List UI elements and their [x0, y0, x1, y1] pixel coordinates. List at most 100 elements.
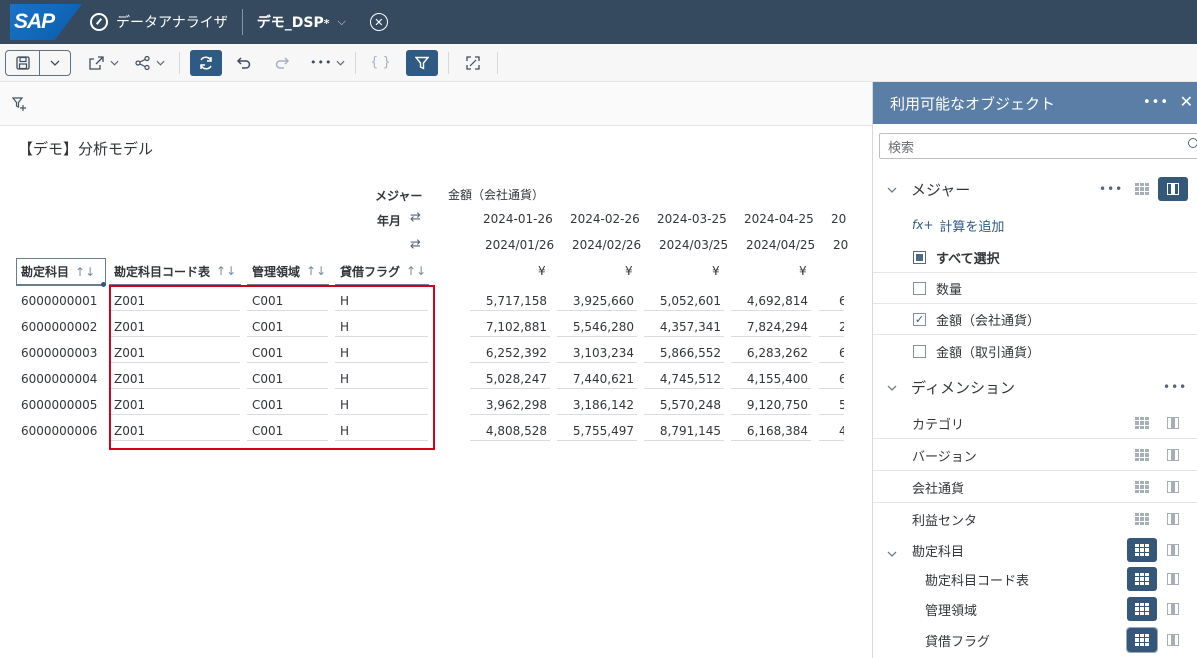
search-input[interactable]: 検索 — [879, 133, 1197, 159]
fullscreen-button[interactable] — [459, 50, 487, 76]
amount-cell[interactable]: 3,186,142 — [557, 395, 637, 415]
date-header-formatted[interactable]: 2024/02/26 — [572, 238, 641, 252]
columns-layout-icon[interactable] — [1158, 567, 1188, 591]
dimensions-more-icon[interactable]: ••• — [1163, 380, 1187, 394]
undo-button[interactable] — [230, 50, 258, 76]
amount-cell[interactable]: 6,283,262 — [731, 343, 811, 363]
amount-cell[interactable]: 3,925,660 — [557, 291, 637, 311]
close-document-icon[interactable]: ✕ — [369, 13, 388, 31]
amount-cell[interactable]: 5,546,280 — [557, 317, 637, 337]
measure-name[interactable]: 金額（会社通貨） — [448, 186, 544, 203]
amount-cell-clipped[interactable]: 2 — [819, 317, 844, 337]
measure-item-amount-transaction[interactable]: 金額（取引通貨） — [873, 336, 1197, 366]
dimension-item[interactable]: 会社通貨 — [873, 472, 1197, 503]
amount-cell[interactable]: 7,824,294 — [731, 317, 811, 337]
rows-layout-icon[interactable] — [1127, 567, 1157, 591]
sap-logo[interactable]: SAP — [10, 4, 82, 40]
amount-cell[interactable]: 9,120,750 — [731, 395, 811, 415]
columns-layout-icon[interactable] — [1158, 475, 1188, 499]
columns-layout-icon[interactable] — [1158, 628, 1188, 652]
dimension-item[interactable]: バージョン — [873, 440, 1197, 471]
collapse-chevron-icon[interactable] — [887, 381, 911, 394]
dimensions-section-header[interactable]: ディメンション — [873, 371, 1197, 403]
panel-more-icon[interactable]: ••• — [1143, 95, 1169, 110]
rows-layout-icon[interactable] — [1127, 597, 1157, 621]
amount-cell[interactable]: 5,570,248 — [644, 395, 724, 415]
dim-header-debit-credit-flag[interactable]: 貸借フラグ ↑↓ — [335, 258, 429, 286]
rows-layout-icon[interactable] — [1127, 411, 1157, 435]
date-header[interactable]: 2024-04-25 — [744, 212, 814, 226]
expand-chevron-icon[interactable] — [887, 546, 897, 561]
date-header-formatted[interactable]: 20 — [833, 238, 848, 252]
sort-icon[interactable]: ↑↓ — [75, 265, 95, 279]
rows-layout-icon[interactable] — [1127, 177, 1157, 201]
amount-cell-clipped[interactable]: 6 — [819, 291, 844, 311]
account-cell[interactable]: 6000000006 — [16, 421, 102, 441]
amount-cell[interactable]: 3,103,234 — [557, 343, 637, 363]
add-filter-icon[interactable] — [11, 96, 28, 116]
amount-cell[interactable]: 4,692,814 — [731, 291, 811, 311]
date-header-formatted[interactable]: 2024/01/26 — [485, 238, 554, 252]
columns-layout-icon[interactable] — [1158, 507, 1188, 531]
collapse-chevron-icon[interactable] — [887, 183, 911, 196]
redo-button[interactable] — [268, 50, 296, 76]
sort-icon[interactable]: ↑↓ — [406, 264, 426, 278]
date-header[interactable]: 2024-01-26 — [483, 212, 553, 226]
date-header[interactable]: 2024-03-25 — [657, 212, 727, 226]
rows-layout-icon[interactable] — [1126, 627, 1158, 653]
date-header[interactable]: 2024-02-26 — [570, 212, 640, 226]
dim-header-controlling-area[interactable]: 管理領域 ↑↓ — [247, 258, 329, 286]
account-cell[interactable]: 6000000004 — [16, 369, 102, 389]
rows-layout-icon[interactable] — [1127, 507, 1157, 531]
amount-cell-clipped[interactable]: 6 — [819, 343, 844, 363]
document-menu-chevron-icon[interactable]: ⌵ — [337, 15, 345, 29]
rows-layout-icon[interactable] — [1127, 443, 1157, 467]
amount-cell-clipped[interactable]: 5 — [819, 395, 844, 415]
save-icon[interactable] — [6, 50, 40, 75]
add-calculation-link[interactable]: fx+ 計算を追加 — [873, 215, 1197, 235]
dimension-item[interactable]: 勘定科目 — [873, 536, 1197, 565]
rows-layout-icon[interactable] — [1127, 538, 1157, 562]
amount-cell-clipped[interactable]: 6 — [819, 369, 844, 389]
dimension-item[interactable]: 利益センタ — [873, 504, 1197, 535]
date-header-formatted[interactable]: 2024/03/25 — [659, 238, 728, 252]
dim-header-account[interactable]: 勘定科目 ↑↓ — [16, 258, 106, 286]
sort-icon[interactable]: ↑↓ — [306, 264, 326, 278]
export-button[interactable] — [89, 50, 119, 76]
select-all-checkbox[interactable]: すべて選択 — [873, 243, 1197, 273]
amount-cell[interactable]: 4,745,512 — [644, 369, 724, 389]
amount-cell[interactable]: 4,808,528 — [470, 421, 550, 441]
sub-dimension-item[interactable]: 勘定科目コード表 — [873, 565, 1197, 594]
rows-layout-icon[interactable] — [1127, 475, 1157, 499]
sort-icon[interactable]: ↑↓ — [216, 264, 236, 278]
date-header-formatted[interactable]: 2024/04/25 — [746, 238, 815, 252]
refresh-button[interactable] — [190, 49, 222, 76]
account-cell[interactable]: 6000000003 — [16, 343, 102, 363]
amount-cell[interactable]: 6,252,392 — [470, 343, 550, 363]
columns-layout-icon[interactable] — [1158, 177, 1188, 201]
date-header[interactable]: 20 — [831, 212, 846, 226]
account-cell[interactable]: 6000000001 — [16, 291, 102, 311]
swap-axis-icon[interactable]: ⇄ — [410, 237, 421, 252]
columns-layout-icon[interactable] — [1158, 597, 1188, 621]
sub-dimension-item[interactable]: 貸借フラグ — [873, 626, 1197, 655]
columns-layout-icon[interactable] — [1158, 538, 1188, 562]
amount-cell[interactable]: 5,028,247 — [470, 369, 550, 389]
amount-cell[interactable]: 8,791,145 — [644, 421, 724, 441]
amount-cell[interactable]: 5,717,158 — [470, 291, 550, 311]
save-split-button[interactable] — [5, 49, 71, 76]
columns-layout-icon[interactable] — [1158, 411, 1188, 435]
amount-cell[interactable]: 6,168,384 — [731, 421, 811, 441]
amount-cell-clipped[interactable]: 4 — [819, 421, 844, 441]
amount-cell[interactable]: 5,755,497 — [557, 421, 637, 441]
resize-handle[interactable] — [101, 282, 106, 287]
dim-header-chart-of-accounts[interactable]: 勘定科目コード表 ↑↓ — [109, 258, 241, 286]
sub-dimension-item[interactable]: 管理領域 — [873, 595, 1197, 624]
amount-cell[interactable]: 4,357,341 — [644, 317, 724, 337]
save-dropdown-chevron-icon[interactable] — [40, 51, 70, 75]
amount-cell[interactable]: 7,440,621 — [557, 369, 637, 389]
measure-item-amount-company[interactable]: ✓ 金額（会社通貨） — [873, 305, 1197, 335]
account-cell[interactable]: 6000000005 — [16, 395, 102, 415]
dimension-item[interactable]: カテゴリ — [873, 408, 1197, 439]
document-title[interactable]: デモ_DSP* — [257, 12, 330, 32]
